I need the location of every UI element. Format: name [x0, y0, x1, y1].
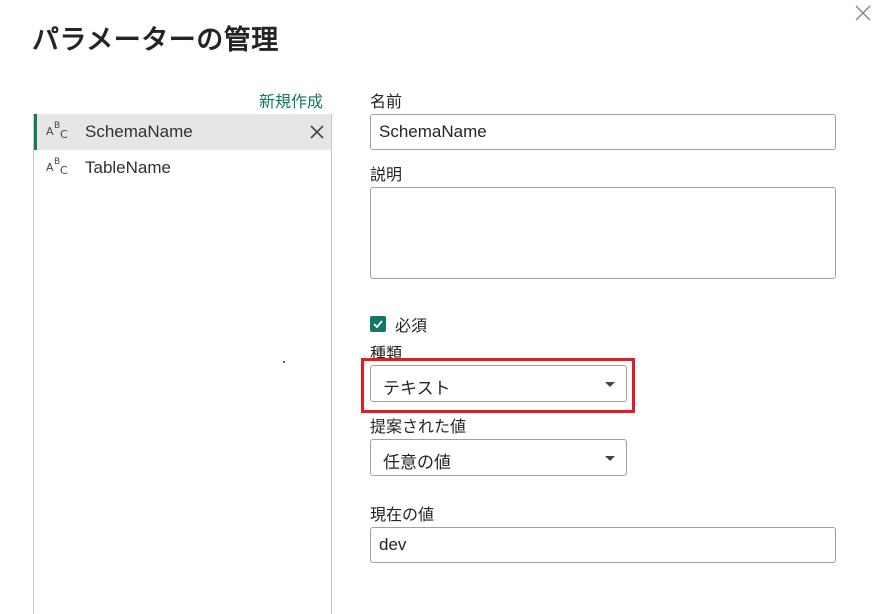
list-item-label: TableName [85, 158, 171, 177]
type-dropdown[interactable]: テキスト [370, 365, 627, 402]
remove-parameter-button[interactable] [309, 124, 325, 140]
close-button[interactable] [848, 0, 873, 28]
parameter-list: ABC SchemaName ABC TableName [33, 114, 332, 614]
required-row: 必須 [370, 312, 427, 336]
chevron-down-icon [605, 456, 615, 461]
description-label: 説明 [370, 165, 403, 184]
suggested-values-label: 提案された値 [370, 417, 467, 436]
required-label: 必須 [395, 316, 428, 335]
suggested-values-dropdown-value: 任意の値 [383, 453, 451, 473]
close-icon [310, 125, 324, 139]
close-icon [855, 5, 871, 21]
description-field[interactable] [370, 187, 836, 279]
name-label: 名前 [370, 92, 403, 111]
current-value-field[interactable] [370, 527, 836, 563]
list-item-schemaname[interactable]: ABC SchemaName [34, 114, 331, 150]
name-field[interactable] [370, 114, 836, 150]
suggested-values-dropdown[interactable]: 任意の値 [370, 439, 627, 476]
type-dropdown-value: テキスト [383, 379, 451, 399]
selection-indicator [34, 114, 37, 150]
required-checkbox[interactable] [370, 316, 386, 332]
text-type-icon: ABC [46, 121, 68, 141]
type-label: 種類 [370, 344, 403, 363]
list-item-tablename[interactable]: ABC TableName [34, 150, 331, 186]
current-value-label: 現在の値 [370, 505, 435, 524]
chevron-down-icon [605, 382, 615, 387]
list-item-label: SchemaName [85, 122, 193, 141]
dialog-title: パラメーターの管理 [32, 25, 279, 56]
check-icon [373, 320, 383, 329]
stray-dot [283, 361, 285, 363]
new-parameter-link[interactable]: 新規作成 [259, 88, 323, 112]
text-type-icon: ABC [46, 157, 68, 177]
